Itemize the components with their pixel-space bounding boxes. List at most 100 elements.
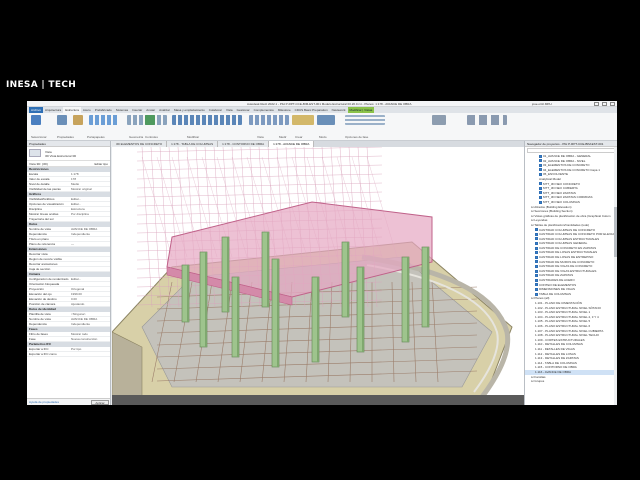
shoring-post (141, 147, 153, 308)
instance-filter-label: Vista 3D: {3D} (29, 162, 48, 166)
revit-window: Autodesk Revit 2022.1 - PIH P-RPT-CCE-BI… (27, 101, 617, 405)
property-name: Fase (29, 337, 36, 341)
property-row[interactable]: Dependencia Independiente (27, 322, 110, 327)
view-icon (535, 251, 538, 255)
browser-item-label: CANTIDAD COLUMNAS GENERAL (539, 241, 588, 246)
sheet-tools-icon[interactable] (467, 115, 507, 125)
ribbon-group-label: Medir (279, 135, 287, 139)
brand-watermark: INESA | TECH (6, 80, 77, 90)
browser-item-label: 1.112 - DETALLES DE LOSAS (535, 351, 576, 356)
view-icon (539, 182, 542, 186)
property-value[interactable]: Ajustando (71, 302, 84, 307)
type-name: 3D Vista Estructural 3D (45, 154, 77, 158)
activate-controls-icon[interactable] (145, 115, 155, 125)
maximize-icon[interactable] (602, 102, 607, 106)
slab-front-edge (112, 395, 524, 405)
column-shade (362, 267, 364, 352)
3d-viewport[interactable] (112, 147, 524, 405)
structural-model-3d[interactable] (112, 147, 524, 405)
view-icon (539, 186, 542, 190)
browser-item-label: Secciones (Building Section) (534, 209, 573, 214)
browser-item-label: 1.110 - DETALLES DE COLUMNAS (535, 342, 583, 347)
shoring-brace (136, 173, 383, 180)
create-icon[interactable] (292, 115, 314, 125)
column-shade (277, 259, 279, 367)
properties-icon[interactable] (57, 115, 67, 125)
view-icon (535, 232, 538, 236)
browser-item-label: 1.113 - DETALLES DE ZAPATAS (535, 356, 579, 361)
property-row[interactable]: Trayectoria del sol (27, 217, 110, 222)
minimize-icon[interactable] (594, 102, 599, 106)
browser-item[interactable]: ⊟ Grupos (525, 379, 617, 384)
view-icon (539, 163, 542, 167)
property-row[interactable]: Fase Nueva construcción (27, 337, 110, 342)
column-shade (317, 277, 319, 362)
view-icon (539, 173, 542, 177)
mode-icon[interactable] (317, 115, 335, 125)
shoring-brace (136, 191, 383, 198)
view-icon (539, 191, 542, 195)
browser-item-label: CANTIDAD COLUMNAS ESTRUCTURALES (539, 236, 600, 241)
property-value[interactable]: Nueva construcción (71, 337, 97, 342)
property-value[interactable]: Mostrar original (71, 187, 92, 192)
property-name: Dependencia (29, 322, 47, 326)
browser-scrollbar[interactable] (614, 147, 617, 405)
view-icon (535, 228, 538, 232)
paste-icon[interactable] (73, 115, 83, 125)
edit-type-button[interactable]: Editar tipo (94, 161, 108, 167)
view-icon (539, 154, 542, 158)
type-selector[interactable]: Vista 3D Vista Estructural 3D (27, 147, 110, 161)
browser-item-label: 1.107 - PLANO ESTRUCTURAL NIVEL CUBIERTA (535, 328, 604, 333)
properties-help-link[interactable]: Ayuda de propiedades (29, 400, 59, 404)
property-value[interactable]: Independiente (71, 322, 90, 327)
shoring-brace (136, 200, 383, 207)
view-icon (539, 196, 542, 200)
browser-item-label: 03_ELEMENTOS DE CONCRETO (543, 163, 590, 168)
browser-item-label: CANTIDADES DE ACERO (539, 278, 575, 283)
browser-item-label: 1.104 - PLANO ESTRUCTURAL NIVEL 2, 3 Y 4 (535, 314, 599, 319)
column-shade (407, 257, 409, 342)
phase-options-icon[interactable] (345, 115, 385, 125)
instance-filter[interactable]: Vista 3D: {3D} Editar tipo (27, 161, 110, 167)
browser-item-label: CANTIDAD DE VIGAS ESTRUCTURALES (539, 268, 597, 273)
view-type-icon (29, 149, 41, 157)
activate-view-icon[interactable] (432, 115, 446, 125)
view-icon (539, 168, 542, 172)
browser-search-input[interactable] (527, 148, 615, 153)
window-controls (594, 102, 615, 106)
property-row[interactable]: Posición de cámara Ajustando (27, 302, 110, 307)
browser-scroll-thumb[interactable] (614, 207, 617, 257)
property-name: Visibilidad de las piezas (29, 187, 61, 191)
clipboard-tools-icon[interactable] (89, 115, 119, 125)
modify-tools-icon[interactable] (172, 115, 242, 125)
view-icon (535, 237, 538, 241)
browser-item-label: Grupos (534, 379, 545, 384)
property-value[interactable]: --- (71, 242, 74, 247)
column-shade (267, 232, 269, 307)
browser-item-label: 1.101 - PLANO DE CIMENTACIÓN (535, 301, 582, 305)
property-row[interactable]: Visibilidad de las piezas Mostrar origina… (27, 187, 110, 192)
browser-item-label: Analytical Model (539, 176, 561, 181)
view-tools-icon[interactable] (249, 115, 289, 125)
property-name: Exportar a IFC como (29, 352, 57, 356)
view-icon (535, 283, 538, 287)
browser-item-label: 1.103 - PLANO ESTRUCTURAL NIVEL 1 (535, 310, 591, 315)
modify-tool-icon[interactable] (31, 115, 41, 125)
apply-button[interactable]: Aplicar (91, 400, 109, 405)
view-icon (535, 255, 538, 259)
browser-item-label: 1.105 - PLANO ESTRUCTURAL NIVEL 5 (535, 319, 591, 324)
property-row[interactable]: Plano de referencia --- (27, 242, 110, 247)
project-browser: Navegador de proyectos - PIH P-RPT-CCE-B… (524, 141, 617, 405)
browser-item-label: Tablas de planificación/Cantidades (todo… (534, 222, 590, 227)
property-row[interactable]: Exportar a IFC como (27, 352, 110, 357)
column-shade (347, 242, 349, 317)
browser-item-label: CONTEO DE ELEMENTOS (539, 282, 577, 287)
project-browser-title: Navegador de proyectos - PIH P-RPT-CCE-B… (525, 141, 617, 147)
browser-tree: 01_AVANCE DE OBRA - GENERAL 02_AVANCE DE … (525, 154, 617, 384)
property-row[interactable]: Caja de sección (27, 267, 110, 272)
column-shade (187, 265, 189, 322)
ribbon-group-label: Propiedades (57, 135, 74, 139)
close-icon[interactable] (610, 102, 615, 106)
view-icon (535, 264, 538, 268)
column-shade (427, 247, 429, 327)
